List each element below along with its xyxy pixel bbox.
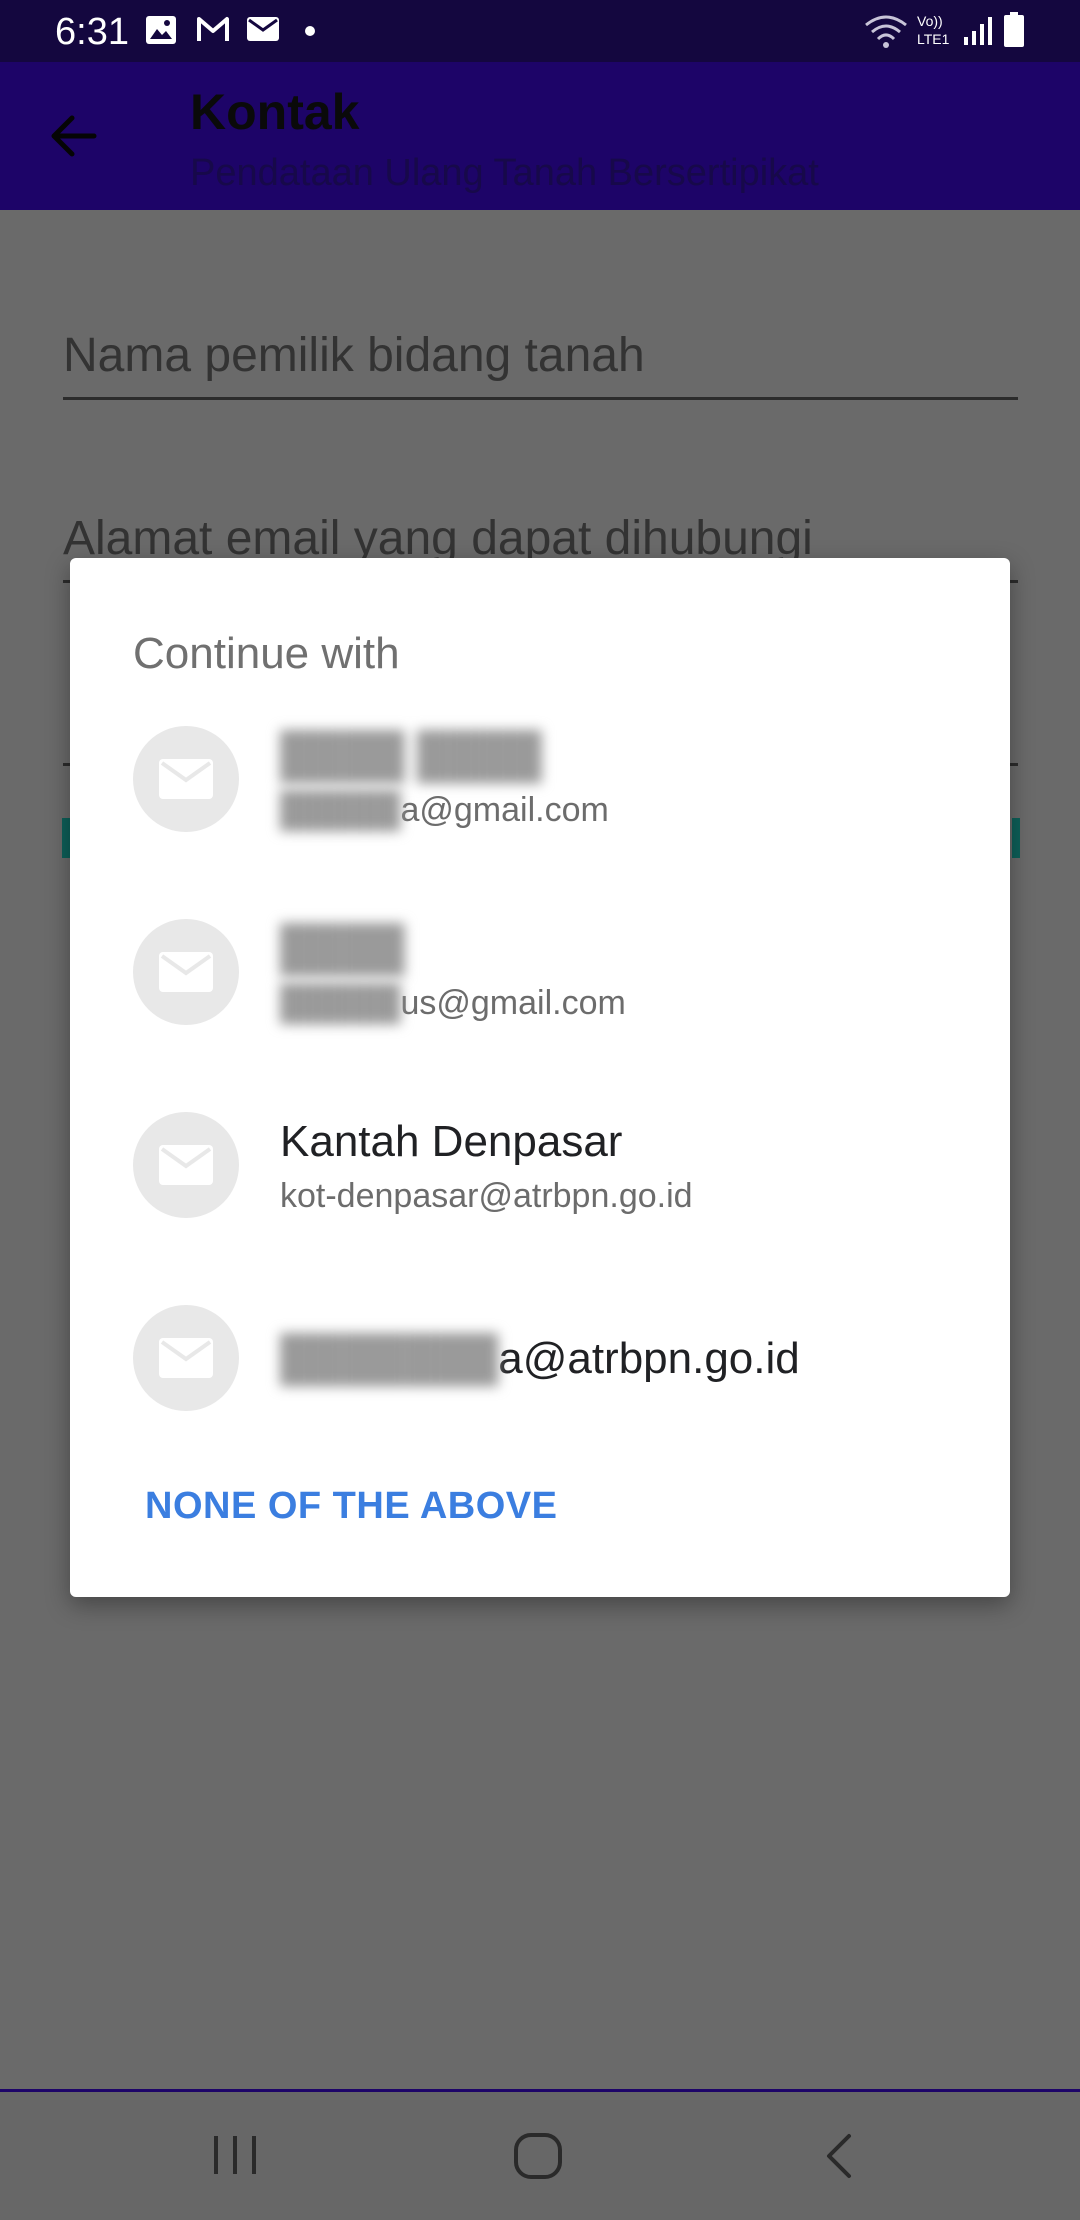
status-time: 6:31 [55,11,129,53]
avatar [133,1112,239,1218]
mail-icon [247,17,279,41]
account-name-2: ████ [280,923,405,975]
account-row-3[interactable]: Kantah Denpasar kot-denpasar@atrbpn.go.i… [70,1096,1010,1246]
owner-name-field-underline [63,397,1018,400]
back-arrow-icon[interactable] [50,112,98,160]
app-bar: Kontak Pendataan Ulang Tanah Bersertipik… [0,62,1080,210]
mail-icon [159,1338,213,1378]
mail-icon [159,1145,213,1185]
account-email-visible-1: a@gmail.com [400,791,609,829]
battery-icon [1004,12,1024,47]
blurred-prefix: █████ [280,791,401,829]
gmail-icon [197,17,229,41]
blurred-prefix: █████ [280,984,401,1022]
page-subtitle: Pendataan Ulang Tanah Bersertipikat [190,152,819,194]
navigation-bar [0,2092,1080,2220]
account-row-1[interactable]: ████ ████ █████a@gmail.com [70,710,1010,860]
avatar [133,919,239,1025]
volte-icon: Vo)) LTE1 [917,13,950,47]
blurred-name: ████ [280,924,405,973]
account-email-3: kot-denpasar@atrbpn.go.id [280,1177,693,1215]
account-row-4[interactable]: ███████a@atrbpn.go.id [70,1289,1010,1439]
dialog-title: Continue with [133,629,400,678]
owner-name-field[interactable]: Nama pemilik bidang tanah [63,327,645,385]
page-title: Kontak [190,84,360,140]
signal-icon [964,17,992,45]
status-bar: 6:31 Vo)) LTE1 [0,0,1080,62]
gallery-icon [146,16,176,44]
wifi-icon [865,15,907,48]
none-of-the-above-button[interactable]: NONE OF THE ABOVE [145,1483,557,1529]
mail-icon [159,952,213,992]
blurred-prefix: ███████ [280,1334,499,1383]
avatar [133,726,239,832]
account-email-1: █████a@gmail.com [280,790,609,830]
dot-icon [305,26,315,36]
account-email-4: ███████a@atrbpn.go.id [280,1333,800,1385]
account-row-2[interactable]: ████ █████us@gmail.com [70,903,1010,1053]
account-email-visible-4: a@atrbpn.go.id [498,1334,800,1383]
recent-apps-icon[interactable] [212,2132,258,2178]
link-fragment-left [62,818,70,858]
account-email-visible-2: us@gmail.com [400,984,626,1022]
back-icon[interactable] [823,2132,855,2180]
account-name-1: ████ ████ [280,730,542,782]
blurred-name: ████ ████ [280,731,542,780]
account-email-2: █████us@gmail.com [280,983,626,1023]
avatar [133,1305,239,1411]
account-name-3: Kantah Denpasar [280,1117,623,1166]
link-fragment-right [1012,818,1020,858]
account-picker-dialog: Continue with ████ ████ █████a@gmail.com… [70,558,1010,1597]
home-icon[interactable] [513,2132,563,2180]
mail-icon [159,759,213,799]
